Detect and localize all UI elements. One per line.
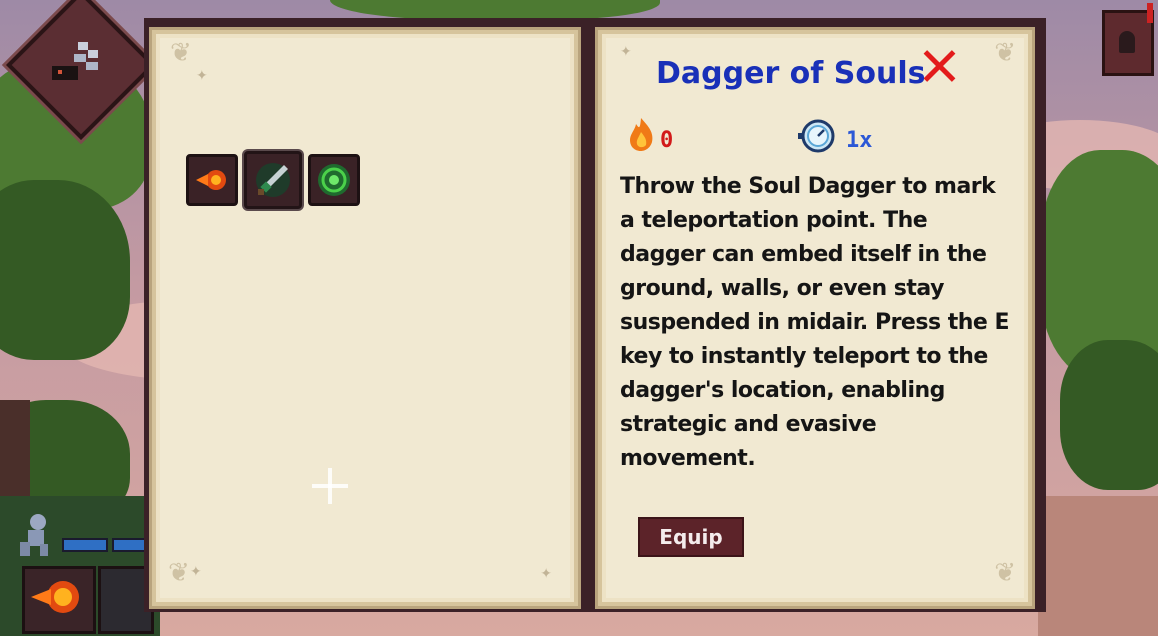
corner-ornament: ❦ [994, 558, 1016, 588]
bookmark-icon [1147, 3, 1153, 23]
corner-ornament: ❦ [994, 38, 1016, 68]
inventory-slot-soul-dagger[interactable] [244, 151, 302, 209]
fire-cost-icon [630, 118, 653, 151]
item-title: Dagger of Souls [656, 56, 926, 91]
fireball-icon [196, 170, 226, 190]
inventory-slot-fireball[interactable] [186, 154, 238, 206]
close-button[interactable] [922, 48, 958, 84]
fireball-icon [31, 581, 79, 613]
claw-ability-icon [52, 42, 98, 80]
green-rune-icon [318, 164, 350, 196]
hud-ability-slot[interactable] [22, 566, 96, 634]
lock-icon [1119, 31, 1135, 53]
cooldown-icon [798, 119, 835, 153]
sparkle: ✦ [540, 566, 552, 582]
sparkle: ✦ [196, 68, 208, 84]
cost-value: 0 [660, 128, 674, 153]
equip-button[interactable]: Equip [638, 517, 744, 557]
sparkle: ✦ [620, 44, 632, 60]
ground [1038, 496, 1158, 636]
inventory-slot-green-rune[interactable] [308, 154, 360, 206]
inventory-page: ❦ ✦ ❦ ✦ ✦ [149, 27, 581, 609]
corner-ornament: ❦ [170, 38, 192, 68]
mana-bar-segment [112, 538, 148, 552]
corner-ornament: ❦ [168, 558, 190, 588]
tree [1060, 340, 1158, 490]
cooldown-value: 1x [846, 128, 873, 153]
player-character [20, 514, 48, 556]
crosshair-cursor [312, 468, 348, 504]
mana-bar-segment [62, 538, 108, 552]
journal-icon[interactable] [1102, 3, 1154, 76]
sparkle: ✦ [190, 564, 202, 580]
item-description: Throw the Soul Dagger to mark a teleport… [620, 174, 1009, 471]
tree [0, 180, 130, 360]
soul-dagger-icon [256, 163, 290, 197]
